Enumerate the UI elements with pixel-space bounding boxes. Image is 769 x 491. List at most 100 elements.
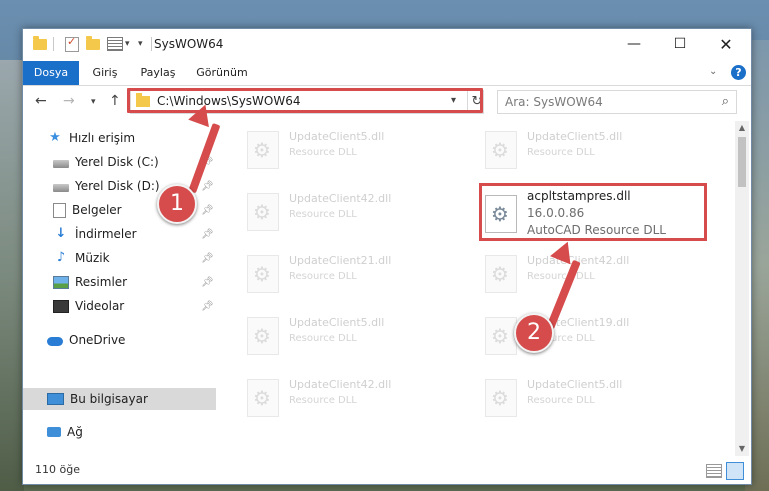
nav-item-downloads[interactable]: ↓ İndirmeler 📌︎ [23, 223, 216, 245]
explorer-window: ▾ ▾ SysWOW64 — ☐ ✕ Dosya Giriş Paylaş Gö… [22, 28, 752, 485]
dll-file-icon [247, 131, 279, 169]
search-input[interactable]: Ara: SysWOW64 ⌕ [497, 90, 737, 114]
large-icons-view-icon[interactable] [726, 462, 744, 480]
nav-label: Videolar [75, 299, 125, 313]
ribbon-tabs: Dosya Giriş Paylaş Görünüm ⌄ ? [23, 61, 751, 86]
nav-label: Belgeler [72, 203, 122, 217]
nav-label: İndirmeler [75, 227, 137, 241]
pin-icon[interactable]: 📌︎ [201, 253, 214, 264]
nav-item-onedrive[interactable]: OneDrive [23, 329, 216, 351]
nav-item-this-pc[interactable]: Bu bilgisayar [23, 388, 216, 410]
navigation-pane: ★ Hızlı erişim Yerel Disk (C:) 📌︎ Yerel … [23, 121, 216, 456]
file-tile[interactable]: UpdateClient42.dll Resource DLL [217, 185, 447, 237]
file-tile[interactable]: UpdateClient21.dll Resource DLL [217, 247, 447, 299]
file-tile[interactable]: UpdateClient42.dll Resource DLL [217, 371, 447, 423]
forward-arrow-icon[interactable]: → [63, 93, 75, 109]
expand-ribbon-icon[interactable]: ⌄ [709, 66, 717, 77]
window-title: SysWOW64 [154, 37, 224, 51]
item-count: 110 öğe [35, 463, 80, 476]
pin-icon[interactable]: 📌︎ [201, 277, 214, 288]
file-type: Resource DLL [289, 271, 357, 282]
file-tile[interactable]: UpdateClient5.dll Resource DLL [455, 371, 685, 423]
scroll-down-icon[interactable]: ▼ [735, 442, 749, 456]
scroll-up-icon[interactable]: ▲ [735, 121, 749, 135]
back-arrow-icon[interactable]: ← [35, 93, 47, 109]
file-name: UpdateClient5.dll [289, 130, 385, 143]
nav-label: Hızlı erişim [69, 131, 136, 145]
customize-toolbar-icon[interactable]: ▾ [138, 35, 143, 53]
download-icon: ↓ [55, 226, 67, 241]
nav-label: Ağ [67, 425, 83, 439]
search-icon[interactable]: ⌕ [722, 94, 729, 109]
minimize-button[interactable]: — [611, 29, 657, 59]
pin-icon[interactable]: 📌︎ [201, 181, 214, 192]
file-tile[interactable]: UpdateClient19.dll Resource DLL [455, 309, 685, 361]
vertical-scrollbar[interactable]: ▲ ▼ [735, 121, 749, 456]
file-name: UpdateClient42.dll [289, 192, 392, 205]
folder-icon [33, 35, 47, 53]
file-name: UpdateClient5.dll [527, 130, 623, 143]
file-type: Resource DLL [289, 395, 357, 406]
file-tile[interactable]: UpdateClient5.dll Resource DLL [455, 123, 685, 175]
up-arrow-icon[interactable]: ↑ [109, 93, 121, 109]
nav-label: Yerel Disk (D:) [75, 179, 160, 193]
file-list: UpdateClient5.dll Resource DLL UpdateCli… [217, 121, 733, 456]
dll-file-icon [247, 193, 279, 231]
file-name: UpdateClient42.dll [289, 378, 392, 391]
dll-file-icon [247, 317, 279, 355]
disk-icon [53, 159, 69, 168]
tab-dosya[interactable]: Dosya [23, 61, 79, 85]
nav-item-music[interactable]: ♪ Müzik 📌︎ [23, 247, 216, 269]
file-tile[interactable]: UpdateClient5.dll Resource DLL [217, 309, 447, 361]
document-icon [53, 202, 66, 218]
file-type: Resource DLL [289, 147, 357, 158]
star-icon: ★ [49, 130, 61, 145]
tab-paylas[interactable]: Paylaş [133, 61, 183, 85]
recent-locations-icon[interactable]: ▾ [91, 97, 96, 107]
separator [53, 35, 54, 53]
maximize-button[interactable]: ☐ [657, 29, 703, 59]
nav-label: Bu bilgisayar [70, 392, 148, 406]
annotation-badge-1: 1 [157, 184, 197, 224]
close-button[interactable]: ✕ [703, 29, 749, 59]
tab-gorunum[interactable]: Görünüm [191, 61, 253, 85]
music-icon: ♪ [56, 250, 66, 265]
disk-icon [53, 183, 69, 192]
file-type: Resource DLL [289, 209, 357, 220]
dll-file-icon [247, 255, 279, 293]
computer-icon [47, 393, 64, 405]
nav-label: OneDrive [69, 333, 126, 347]
nav-item-quick-access[interactable]: ★ Hızlı erişim [23, 127, 216, 149]
file-name: UpdateClient5.dll [527, 378, 623, 391]
nav-label: Yerel Disk (C:) [75, 155, 159, 169]
nav-label: Resimler [75, 275, 128, 289]
file-name: UpdateClient5.dll [289, 316, 385, 329]
nav-item-videos[interactable]: Videolar 📌︎ [23, 295, 216, 317]
annotation-badge-2: 2 [514, 313, 554, 353]
help-icon[interactable]: ? [731, 65, 746, 80]
nav-item-pictures[interactable]: Resimler 📌︎ [23, 271, 216, 293]
file-tile[interactable]: UpdateClient5.dll Resource DLL [217, 123, 447, 175]
properties-check-icon[interactable] [65, 35, 79, 53]
address-highlight-box [127, 88, 483, 113]
title-bar: ▾ ▾ SysWOW64 — ☐ ✕ [23, 29, 751, 61]
separator [151, 35, 152, 53]
properties-icon[interactable]: ▾ [107, 35, 130, 53]
pin-icon[interactable]: 📌︎ [201, 205, 214, 216]
video-icon [53, 299, 69, 313]
file-type: Resource DLL [527, 147, 595, 158]
pin-icon[interactable]: 📌︎ [201, 229, 214, 240]
details-view-icon[interactable] [706, 464, 722, 478]
scroll-thumb[interactable] [738, 137, 746, 187]
new-folder-icon[interactable] [86, 35, 100, 53]
dll-file-icon [485, 255, 517, 293]
file-highlight-box [479, 183, 707, 241]
status-bar: 110 öğe [23, 457, 751, 483]
dll-file-icon [247, 379, 279, 417]
nav-item-network[interactable]: Ağ [23, 421, 216, 443]
dll-file-icon [485, 317, 517, 355]
pin-icon[interactable]: 📌︎ [201, 301, 214, 312]
nav-label: Müzik [75, 251, 110, 265]
nav-item-local-disk-c[interactable]: Yerel Disk (C:) 📌︎ [23, 151, 216, 173]
tab-giris[interactable]: Giriş [85, 61, 125, 85]
